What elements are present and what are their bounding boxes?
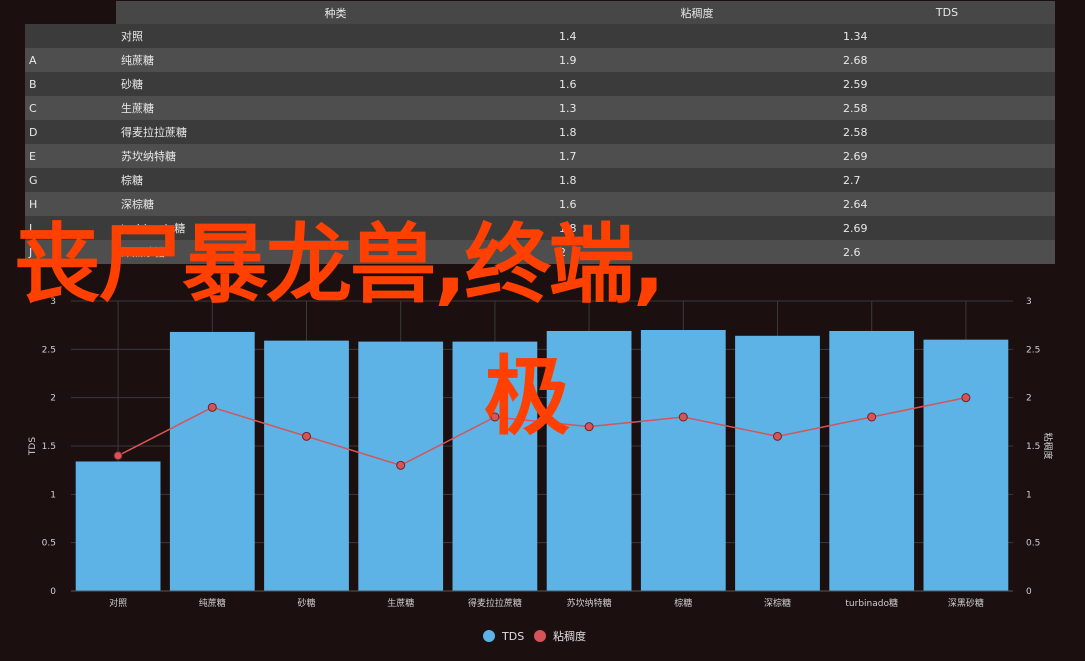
- x-tick-label: 苏坎纳特糖: [567, 597, 612, 609]
- line-point: [490, 412, 500, 422]
- bar: [735, 335, 820, 591]
- y-tick-label: 2: [50, 394, 56, 404]
- y2-tick-label: 1.5: [1026, 442, 1040, 452]
- x-tick-label: 得麦拉拉蔗糖: [468, 597, 522, 609]
- line-point: [207, 402, 217, 412]
- y-tick-label: 1.5: [42, 442, 56, 452]
- x-tick-label: turbinado糖: [845, 597, 898, 609]
- y2-tick-label: 1: [1026, 490, 1032, 500]
- y2-tick-label: 0.5: [1026, 539, 1040, 549]
- line-point: [113, 451, 123, 461]
- y2-tick-label: 3: [1026, 297, 1032, 307]
- line-point: [773, 431, 782, 441]
- y2-axis-title: 粘稠度: [1042, 432, 1054, 459]
- bar: [640, 330, 726, 591]
- y-tick-label: 1: [50, 490, 56, 500]
- line-point: [678, 412, 688, 422]
- y-tick-label: 0: [50, 587, 56, 597]
- bar: [169, 331, 255, 591]
- bar: [923, 339, 1009, 591]
- y-axis-title: TDS: [28, 437, 38, 456]
- bar: [546, 330, 632, 591]
- x-tick-label: 深棕糖: [764, 597, 791, 609]
- y-tick-label: 3: [50, 297, 56, 307]
- line-point: [302, 431, 311, 441]
- y2-tick-label: 0: [1026, 587, 1032, 597]
- x-tick-label: 深黑砂糖: [948, 597, 984, 609]
- line-point: [867, 412, 877, 422]
- y-tick-label: 0.5: [42, 539, 56, 549]
- page: 种类 粘稠度 TDS 对照 1.4 1.34 A 纯蔗糖 1.9 2.68 B 砂糖 1.6 2.5…: [0, 0, 1085, 661]
- x-tick-label: 棕糖: [674, 597, 692, 609]
- bar: [264, 340, 349, 591]
- bar: [75, 461, 161, 591]
- bar: [829, 330, 915, 591]
- legend-marker-viscosity: [534, 630, 546, 642]
- x-tick-label: 纯蔗糖: [199, 597, 226, 609]
- legend-marker-tds: [483, 630, 495, 642]
- line-point: [584, 422, 594, 432]
- legend-label-viscosity: 粘稠度: [553, 629, 586, 643]
- x-tick-label: 生蔗糖: [387, 597, 414, 609]
- y2-tick-label: 2: [1026, 394, 1032, 404]
- y-tick-label: 2.5: [42, 345, 56, 355]
- y2-tick-label: 2.5: [1026, 345, 1040, 355]
- line-point: [396, 460, 406, 470]
- line-point: [961, 393, 971, 403]
- x-tick-label: 对照: [109, 597, 127, 609]
- legend-label-tds: TDS: [501, 630, 524, 643]
- bar: [452, 341, 538, 591]
- combo-chart: 0 0 0.5 0.5 1 1 1.5 1.5 2 2 2.5 2.5 3 3 对照 纯蔗糖 砂糖 生蔗糖 得麦拉拉…: [28, 297, 1054, 643]
- x-tick-label: 砂糖: [297, 597, 315, 609]
